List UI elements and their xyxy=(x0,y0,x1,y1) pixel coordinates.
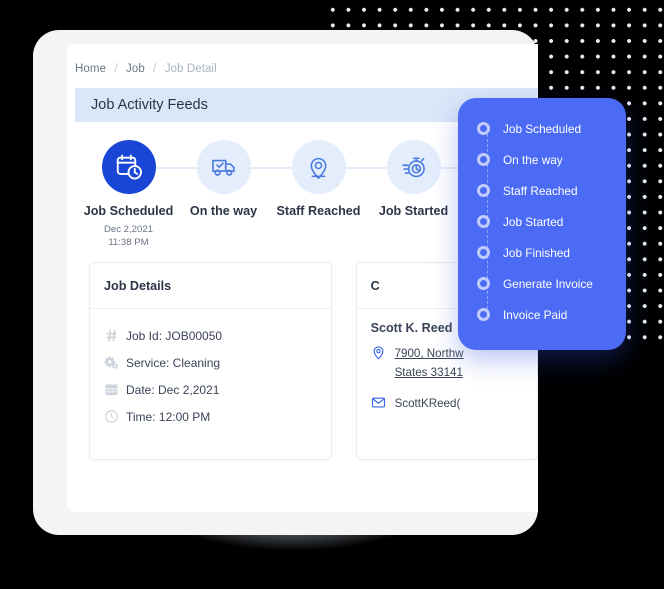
customer-address-line2[interactable]: States 33141 xyxy=(395,363,464,382)
job-status-dropdown[interactable]: Job Scheduled On the way Staff Reached J… xyxy=(458,98,626,350)
job-activity-feeds-title: Job Activity Feeds xyxy=(91,97,208,113)
truck-check-icon xyxy=(196,140,251,194)
stepper-step-job-started[interactable]: Job Started xyxy=(366,140,482,218)
radio-circle-icon xyxy=(477,308,490,321)
job-details-body: Job Id: JOB00050 Service: Cleaning Date:… xyxy=(90,309,331,430)
stepper-connector xyxy=(155,167,197,169)
customer-email[interactable]: ScottKReed( xyxy=(395,394,461,413)
job-details-value: Time: 12:00 PM xyxy=(126,409,211,424)
job-details-title: Job Details xyxy=(90,263,331,309)
breadcrumb-item-job[interactable]: Job xyxy=(126,63,145,75)
stepper-label: Job Started xyxy=(378,204,449,218)
job-details-row-job-id: Job Id: JOB00050 xyxy=(104,322,331,349)
calendar-icon xyxy=(104,382,126,397)
radio-circle-icon xyxy=(477,215,490,228)
radio-circle-icon xyxy=(477,184,490,197)
breadcrumb-item-job-detail: Job Detail xyxy=(164,63,217,75)
stepper-label: Job Scheduled xyxy=(83,204,174,218)
stepper-step-job-scheduled[interactable]: Job Scheduled Dec 2,2021 11:38 PM xyxy=(81,140,197,249)
map-pin-icon xyxy=(371,344,395,382)
stepper-time: 11:38 PM xyxy=(108,236,149,248)
clock-icon xyxy=(104,409,126,424)
breadcrumb: Home / Job / Job Detail xyxy=(67,44,538,75)
radio-circle-icon xyxy=(477,277,490,290)
stepper-date: Dec 2,2021 xyxy=(103,224,154,235)
dropdown-item-on-the-way[interactable]: On the way xyxy=(458,144,626,175)
job-details-row-date: Date: Dec 2,2021 xyxy=(104,376,331,403)
customer-email-row: ScottKReed( xyxy=(357,382,537,413)
stepper-label: On the way xyxy=(189,204,258,218)
dropdown-item-job-scheduled[interactable]: Job Scheduled xyxy=(458,113,626,144)
job-details-value: Service: Cleaning xyxy=(126,355,221,370)
stepper-connector xyxy=(345,167,387,169)
dropdown-item-label: Invoice Paid xyxy=(503,307,568,322)
dropdown-item-label: Job Started xyxy=(503,214,564,229)
dropdown-item-generate-invoice[interactable]: Generate Invoice xyxy=(458,268,626,299)
job-details-value: Date: Dec 2,2021 xyxy=(126,382,220,397)
job-details-row-time: Time: 12:00 PM xyxy=(104,403,331,430)
customer-address[interactable]: 7900, Northw States 33141 xyxy=(395,344,464,382)
breadcrumb-item-home[interactable]: Home xyxy=(75,63,106,75)
stepper-label: Staff Reached xyxy=(276,204,361,218)
dropdown-item-invoice-paid[interactable]: Invoice Paid xyxy=(458,299,626,330)
breadcrumb-separator: / xyxy=(153,63,157,75)
gears-icon xyxy=(104,355,126,370)
dropdown-list: Job Scheduled On the way Staff Reached J… xyxy=(458,98,626,330)
radio-circle-icon xyxy=(477,153,490,166)
screenshot-stage: Home / Job / Job Detail Job Activity Fee… xyxy=(0,0,664,589)
dropdown-item-job-started[interactable]: Job Started xyxy=(458,206,626,237)
radio-circle-icon xyxy=(477,122,490,135)
dropdown-item-label: Job Finished xyxy=(503,245,570,260)
stepper-step-staff-reached[interactable]: Staff Reached xyxy=(271,140,387,218)
radio-circle-icon xyxy=(477,246,490,259)
stepper-connector xyxy=(250,167,292,169)
dropdown-item-label: Generate Invoice xyxy=(503,276,593,291)
job-details-card: Job Details Job Id: JOB00050 Service: Cl… xyxy=(89,262,332,460)
dropdown-item-label: Job Scheduled xyxy=(503,121,582,136)
calendar-clock-icon xyxy=(101,140,156,194)
stepper-timestamp: Dec 2,2021 11:38 PM xyxy=(104,224,153,249)
customer-address-line1[interactable]: 7900, Northw xyxy=(395,344,464,363)
breadcrumb-separator: / xyxy=(114,63,118,75)
stopwatch-icon xyxy=(386,140,441,194)
job-details-row-service: Service: Cleaning xyxy=(104,349,331,376)
map-pin-icon xyxy=(291,140,346,194)
job-details-value: Job Id: JOB00050 xyxy=(126,328,223,343)
hash-icon xyxy=(104,328,126,343)
dropdown-item-job-finished[interactable]: Job Finished xyxy=(458,237,626,268)
envelope-icon xyxy=(371,394,395,413)
stepper-step-on-the-way[interactable]: On the way xyxy=(176,140,292,218)
dropdown-item-label: On the way xyxy=(503,152,563,167)
dropdown-item-label: Staff Reached xyxy=(503,183,578,198)
dropdown-item-staff-reached[interactable]: Staff Reached xyxy=(458,175,626,206)
